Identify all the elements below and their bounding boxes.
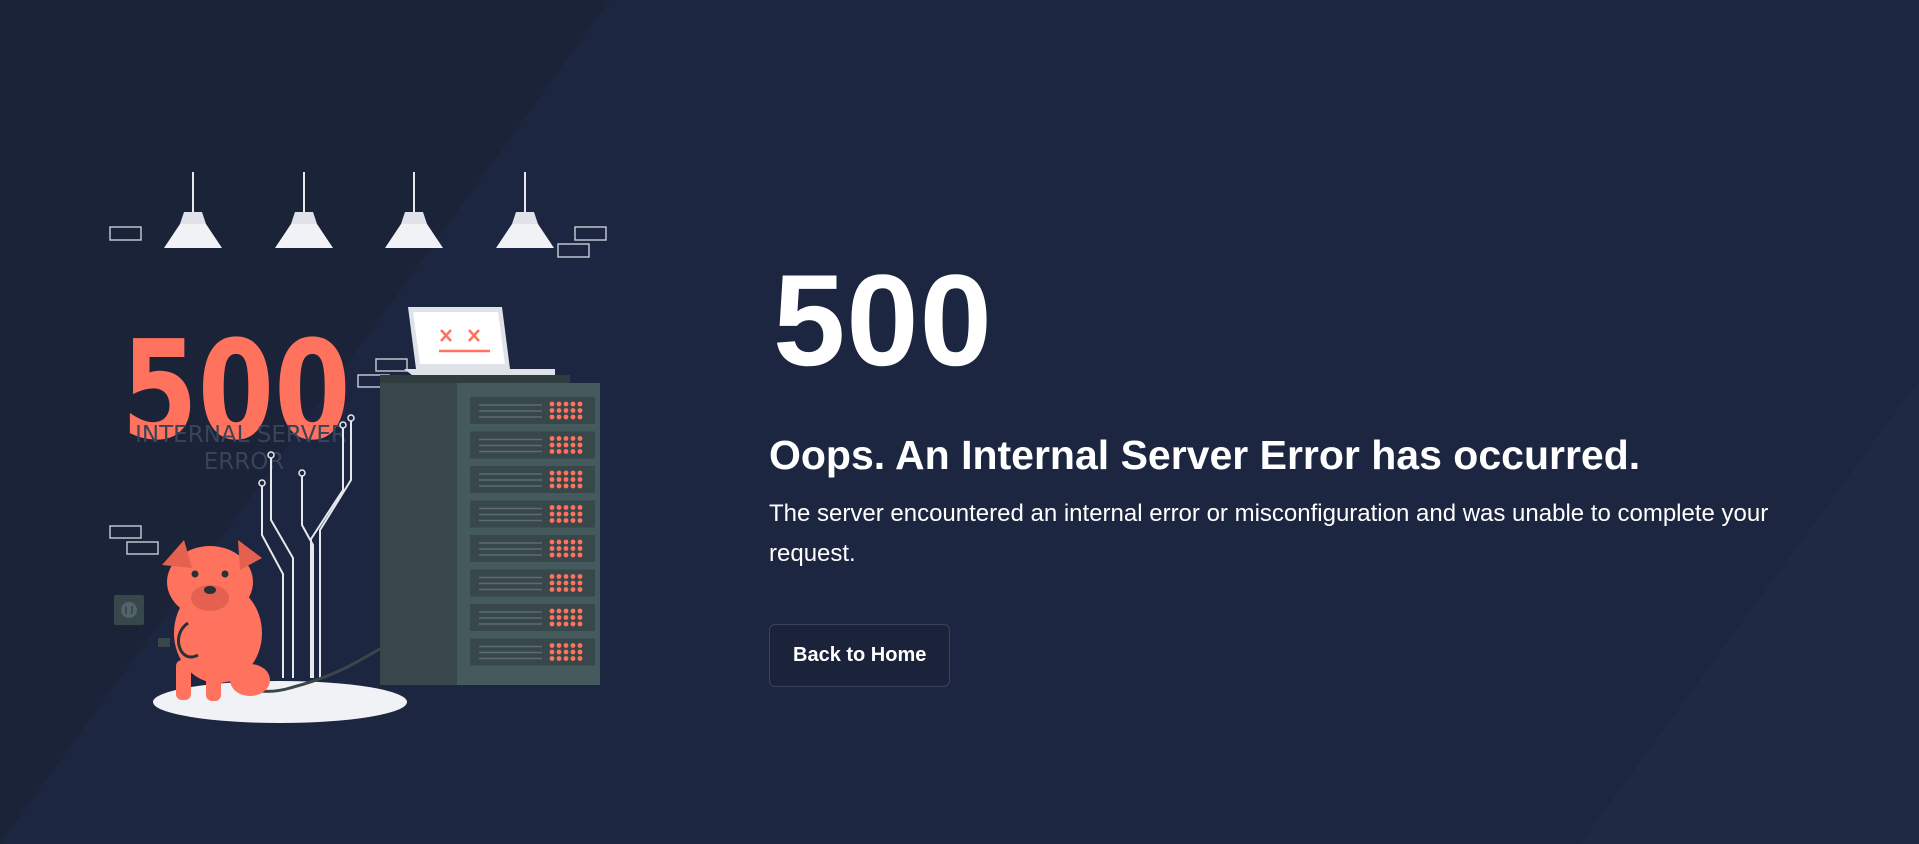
dog-illustration [162,540,270,701]
broken-laptop-icon [404,307,555,375]
error-description: The server encountered an internal error… [769,500,1769,568]
back-to-home-button[interactable]: Back to Home [769,624,951,688]
ceiling-lamps [164,172,554,248]
error-title: Oops. An Internal Server Error has occur… [769,432,1641,478]
error-content: 500 Oops. An Internal Server Error has o… [769,247,1889,688]
server-error-illustration: 500 INTERNAL SERVER ERROR [109,172,607,723]
floor-shadow [153,681,407,723]
server-rack [380,375,600,685]
error-code: 500 [773,247,993,393]
illustration-caption-line1: INTERNAL SERVER [135,422,347,448]
